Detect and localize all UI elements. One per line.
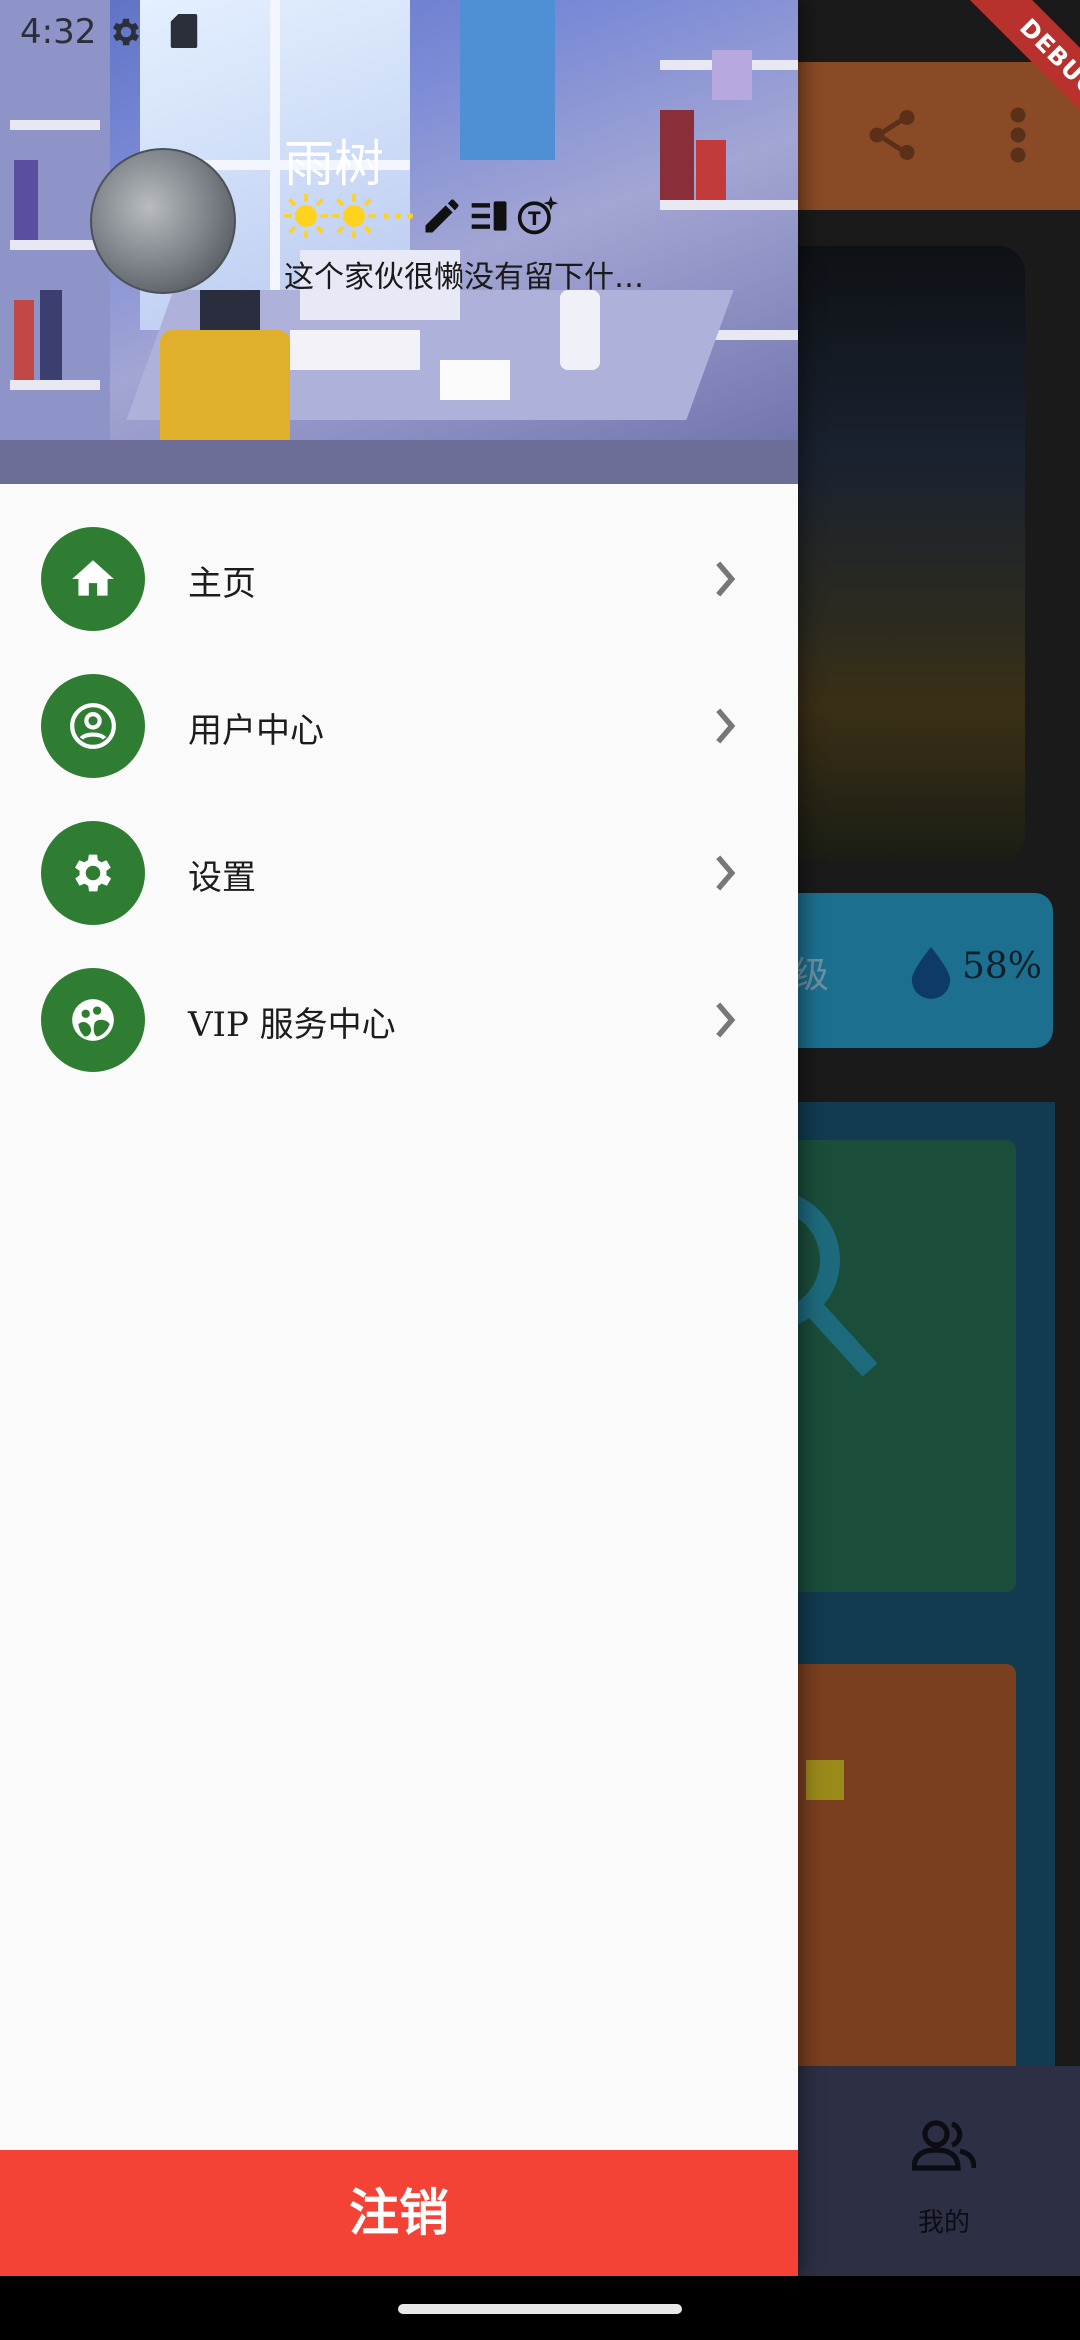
banner-image[interactable] (760, 246, 1025, 861)
badge-row: T (284, 194, 560, 238)
vip-icon-badge (41, 968, 145, 1072)
sd-card-icon (170, 14, 198, 48)
user-circle-icon (70, 703, 116, 749)
username: 雨树 (284, 135, 384, 193)
text-sparkle-icon: T (517, 195, 559, 235)
home-icon-badge (41, 527, 145, 631)
music-card-graphic (806, 1760, 844, 1800)
share-icon[interactable] (862, 105, 922, 165)
people-icon[interactable] (912, 2120, 976, 2172)
home-indicator[interactable] (398, 2304, 682, 2314)
menu-item-label: 主页 (188, 564, 256, 604)
menu-item-label: 用户中心 (188, 711, 324, 751)
sun-icon (332, 194, 376, 238)
chevron-right-icon (716, 708, 736, 744)
user-circle-icon-badge (41, 674, 145, 778)
chevron-right-icon (716, 855, 736, 891)
humidity-value: 58% (962, 946, 1043, 987)
menu-item-settings[interactable]: 设置 (0, 778, 798, 925)
chevron-right-icon (716, 1002, 736, 1038)
status-time: 4:32 (20, 12, 97, 52)
menu-item-label: 设置 (188, 858, 256, 898)
chevron-right-icon (716, 561, 736, 597)
user-signature: 这个家伙很懒没有留下什… (284, 260, 644, 295)
more-vert-icon[interactable] (1008, 105, 1028, 165)
gear-icon (75, 854, 112, 892)
more-horiz-icon (383, 213, 413, 219)
notes-icon (471, 201, 507, 231)
menu-item-home[interactable]: 主页 (0, 484, 798, 631)
gear-icon-badge (41, 821, 145, 925)
drawer-header: 雨树 T 这个家伙很懒没有留下什… (0, 0, 798, 484)
menu-item-user-center[interactable]: 用户中心 (0, 631, 798, 778)
logout-button[interactable]: 注销 (0, 2150, 798, 2276)
avatar[interactable] (90, 148, 236, 294)
navigation-drawer: 雨树 T 这个家伙很懒没有留下什… 主页 用户中心 设置 VIP 服务中心 注销 (0, 0, 798, 2276)
music-card[interactable] (770, 1664, 1016, 2102)
network-type: 3G (876, 12, 922, 50)
nav-mine-label[interactable]: 我的 (888, 2202, 1000, 2239)
menu-item-label: VIP 服务中心 (188, 1005, 396, 1045)
water-drop-icon (911, 947, 951, 999)
status-bar: 4:32 3G (0, 0, 1080, 62)
pencil-icon (425, 199, 459, 233)
signal-icon (937, 16, 971, 50)
vip-icon (72, 999, 114, 1041)
svg-text:T: T (528, 209, 541, 230)
sun-icon (284, 194, 328, 238)
menu-item-vip[interactable]: VIP 服务中心 (0, 925, 798, 1072)
drawer-menu: 主页 用户中心 设置 VIP 服务中心 (0, 484, 798, 1072)
home-icon (72, 560, 114, 596)
settings-status-icon (113, 18, 140, 46)
